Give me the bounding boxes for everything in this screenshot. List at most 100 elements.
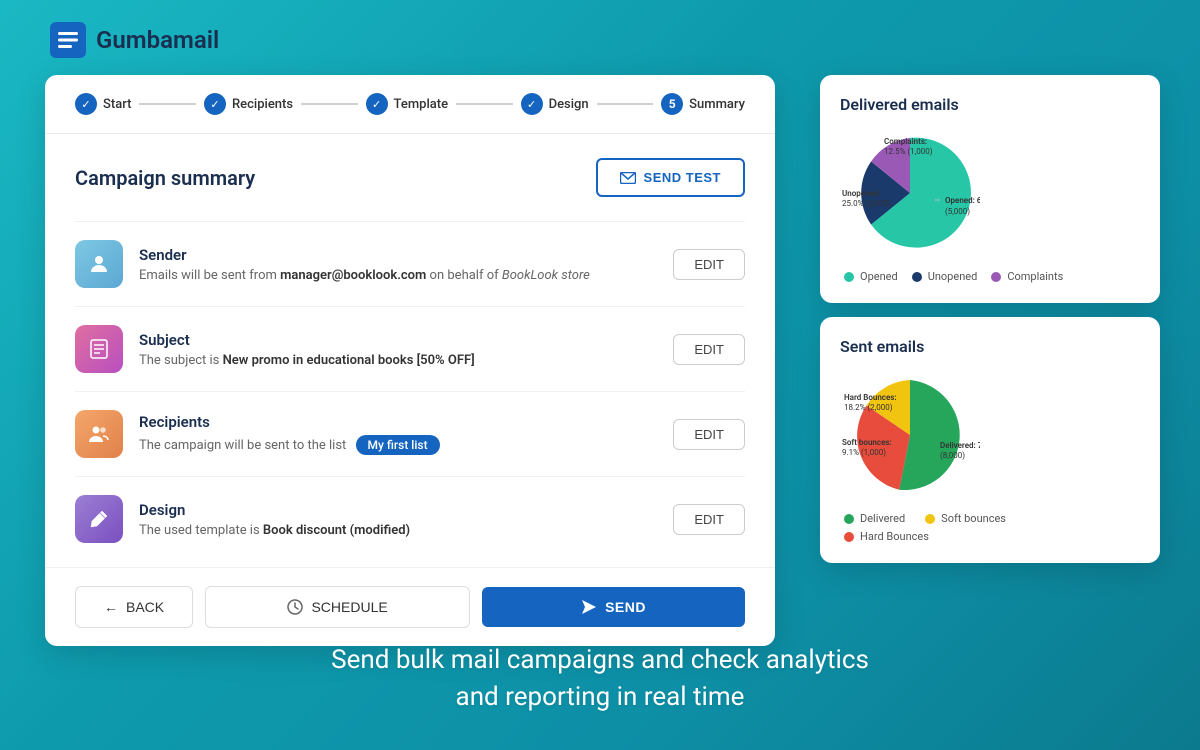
subject-row: Subject The subject is New promo in educ… — [75, 306, 745, 391]
summary-content: Campaign summary SEND TEST S — [45, 134, 775, 561]
recipients-edit-button[interactable]: EDIT — [673, 419, 745, 450]
subject-content: Subject The subject is New promo in educ… — [139, 331, 657, 368]
subject-desc-prefix: The subject is — [139, 353, 223, 368]
sent-legend: Delivered Soft bounces Hard Bounces — [840, 512, 1140, 543]
step-summary: 5 Summary — [661, 93, 745, 115]
logo: Gumbamail — [50, 22, 219, 58]
sender-row: Sender Emails will be sent from manager@… — [75, 221, 745, 306]
schedule-label: SCHEDULE — [311, 599, 387, 615]
hard-bounces-dot — [844, 532, 854, 542]
sent-chart-area: Delivered: 72.7% (8,000) Hard Bounces: 1… — [840, 370, 1140, 504]
step-line-1 — [139, 103, 196, 105]
delivered-pie-svg: Opened: 62.5% (5,000) Unopened: 25.0% (2… — [840, 128, 980, 258]
group-icon — [87, 422, 111, 446]
step-label-recipients: Recipients — [232, 97, 293, 112]
legend-opened-label: Opened — [860, 270, 898, 283]
sent-pie-svg: Delivered: 72.7% (8,000) Hard Bounces: 1… — [840, 370, 980, 500]
sender-title: Sender — [139, 246, 657, 264]
step-check-recipients: ✓ — [204, 93, 226, 115]
step-num-summary: 5 — [661, 93, 683, 115]
steps-bar: ✓ Start ✓ Recipients ✓ Template ✓ Design… — [45, 75, 775, 134]
step-label-summary: Summary — [689, 97, 745, 112]
step-design: ✓ Design — [521, 93, 589, 115]
design-template: Book discount (modified) — [263, 523, 410, 538]
campaign-card: ✓ Start ✓ Recipients ✓ Template ✓ Design… — [45, 75, 775, 646]
svg-text:(5,000): (5,000) — [945, 207, 970, 216]
subject-desc: The subject is New promo in educational … — [139, 353, 657, 368]
delivered-chart-area: Opened: 62.5% (5,000) Unopened: 25.0% (2… — [840, 128, 1140, 262]
back-button[interactable]: ← BACK — [75, 586, 193, 628]
sender-desc: Emails will be sent from manager@bookloo… — [139, 268, 657, 283]
sender-edit-button[interactable]: EDIT — [673, 249, 745, 280]
summary-rows: Sender Emails will be sent from manager@… — [75, 221, 745, 561]
unopened-dot — [912, 272, 922, 282]
subject-icon — [75, 325, 123, 373]
legend-hard-bounces: Hard Bounces — [844, 530, 1136, 543]
sent-chart-title: Sent emails — [840, 337, 1140, 356]
clock-icon — [287, 599, 303, 615]
design-content: Design The used template is Book discoun… — [139, 501, 657, 538]
recipients-content: Recipients The campaign will be sent to … — [139, 413, 657, 455]
legend-unopened: Unopened — [912, 270, 978, 283]
opened-dot — [844, 272, 854, 282]
document-icon — [88, 338, 110, 360]
step-label-start: Start — [103, 97, 131, 112]
sender-content: Sender Emails will be sent from manager@… — [139, 246, 657, 283]
recipients-desc-prefix: The campaign will be sent to the list — [139, 438, 346, 453]
send-button[interactable]: SEND — [482, 587, 745, 627]
send-icon — [581, 599, 597, 615]
send-test-label: SEND TEST — [644, 170, 721, 185]
svg-text:Opened: 62.5%: Opened: 62.5% — [945, 196, 980, 205]
step-check-start: ✓ — [75, 93, 97, 115]
envelope-icon — [620, 172, 636, 184]
legend-opened: Opened — [844, 270, 898, 283]
svg-text:Unopened:: Unopened: — [842, 189, 881, 198]
step-recipients: ✓ Recipients — [204, 93, 293, 115]
design-icon — [75, 495, 123, 543]
sent-chart-card: Sent emails Delivered: 72.7% (8,000) Har… — [820, 317, 1160, 563]
sender-store: BookLook store — [502, 268, 590, 283]
step-line-3 — [456, 103, 513, 105]
send-test-button[interactable]: SEND TEST — [596, 158, 745, 197]
back-label: BACK — [126, 599, 164, 615]
design-desc: The used template is Book discount (modi… — [139, 523, 657, 538]
person-icon — [87, 252, 111, 276]
svg-text:12.5% (1,000): 12.5% (1,000) — [884, 147, 933, 156]
campaign-summary-title: Campaign summary — [75, 166, 255, 190]
svg-text:(8,000): (8,000) — [940, 451, 965, 460]
legend-hard-bounces-label: Hard Bounces — [860, 530, 929, 543]
step-start: ✓ Start — [75, 93, 131, 115]
delivered-dot — [844, 514, 854, 524]
logo-icon — [50, 22, 86, 58]
delivered-chart-title: Delivered emails — [840, 95, 1140, 114]
legend-complaints: Complaints — [991, 270, 1063, 283]
svg-text:Hard Bounces:: Hard Bounces: — [844, 393, 897, 402]
design-edit-button[interactable]: EDIT — [673, 504, 745, 535]
action-bar: ← BACK SCHEDULE SEND — [45, 567, 775, 646]
legend-soft-bounces: Soft bounces — [925, 512, 1006, 525]
delivered-chart-card: Delivered emails Opened: 62.5% (5,000) U… — [820, 75, 1160, 303]
svg-text:9.1% (1,000): 9.1% (1,000) — [842, 448, 886, 457]
design-row: Design The used template is Book discoun… — [75, 476, 745, 561]
list-badge: My first list — [356, 435, 440, 455]
legend-delivered-label: Delivered — [860, 512, 905, 525]
step-label-design: Design — [549, 97, 589, 112]
svg-text:Delivered: 72.7%: Delivered: 72.7% — [940, 441, 980, 450]
sender-email: manager@booklook.com — [280, 268, 426, 283]
sender-desc-suffix: on behalf of — [426, 268, 502, 283]
complaints-dot — [991, 272, 1001, 282]
step-label-template: Template — [394, 97, 449, 112]
sender-desc-prefix: Emails will be sent from — [139, 268, 280, 283]
pencil-icon — [88, 508, 110, 530]
step-check-design: ✓ — [521, 93, 543, 115]
subject-edit-button[interactable]: EDIT — [673, 334, 745, 365]
step-check-template: ✓ — [366, 93, 388, 115]
back-arrow-icon: ← — [104, 599, 118, 615]
delivered-pie: Opened: 62.5% (5,000) Unopened: 25.0% (2… — [840, 128, 980, 262]
design-desc-prefix: The used template is — [139, 523, 263, 538]
schedule-button[interactable]: SCHEDULE — [205, 586, 470, 628]
recipients-row: Recipients The campaign will be sent to … — [75, 391, 745, 476]
legend-soft-bounces-label: Soft bounces — [941, 512, 1006, 525]
tagline-line1: Send bulk mail campaigns and check analy… — [0, 642, 1200, 678]
svg-text:18.2% (2,000): 18.2% (2,000) — [844, 403, 893, 412]
